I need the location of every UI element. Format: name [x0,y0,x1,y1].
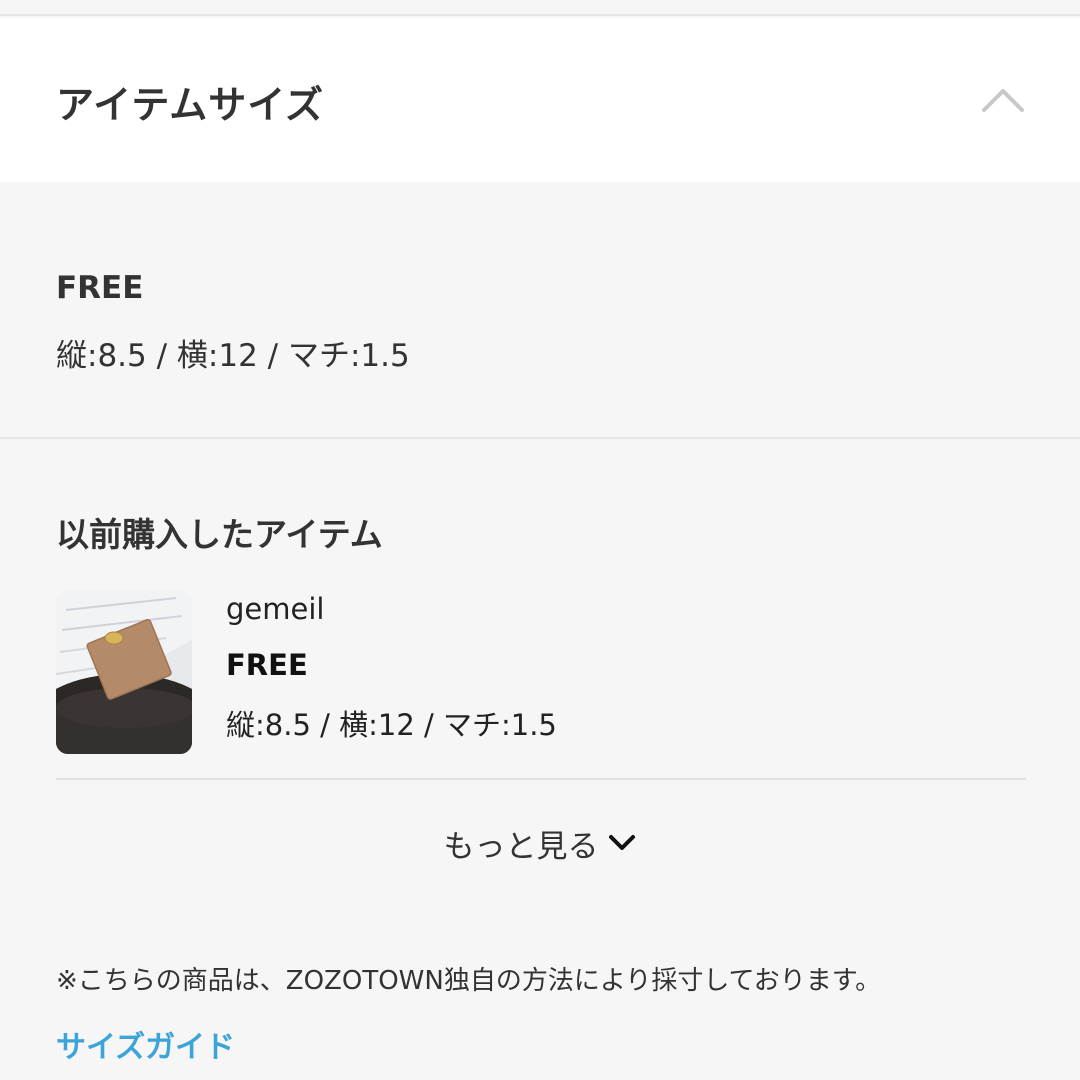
show-more-button[interactable]: もっと見る [420,818,660,868]
measurement-note: ※こちらの商品は、ZOZOTOWN独自の方法により採寸しております。 [56,966,882,996]
item-size-measurements: 縦:8.5 / 横:12 / マチ:1.5 [226,708,557,742]
item-brand: gemeil [226,592,325,626]
top-strip [0,0,1080,16]
size-guide-link[interactable]: サイズガイド [56,1022,235,1066]
item-size-name: FREE [226,648,308,682]
size-name: FREE [56,270,144,306]
purchased-items-title: 以前購入したアイテム [56,515,383,554]
chevron-down-icon [608,835,635,850]
section-title: アイテムサイズ [56,83,325,127]
product-thumbnail [56,590,192,754]
show-more-label: もっと見る [443,828,599,865]
item-size-header[interactable]: アイテムサイズ [0,18,1080,182]
divider [56,778,1026,780]
size-measurements: 縦:8.5 / 横:12 / マチ:1.5 [56,338,410,374]
chevron-up-icon[interactable] [980,84,1026,114]
purchased-item[interactable]: gemeil FREE 縦:8.5 / 横:12 / マチ:1.5 [56,590,1026,756]
divider [0,437,1080,439]
size-info: FREE 縦:8.5 / 横:12 / マチ:1.5 [0,182,1080,438]
